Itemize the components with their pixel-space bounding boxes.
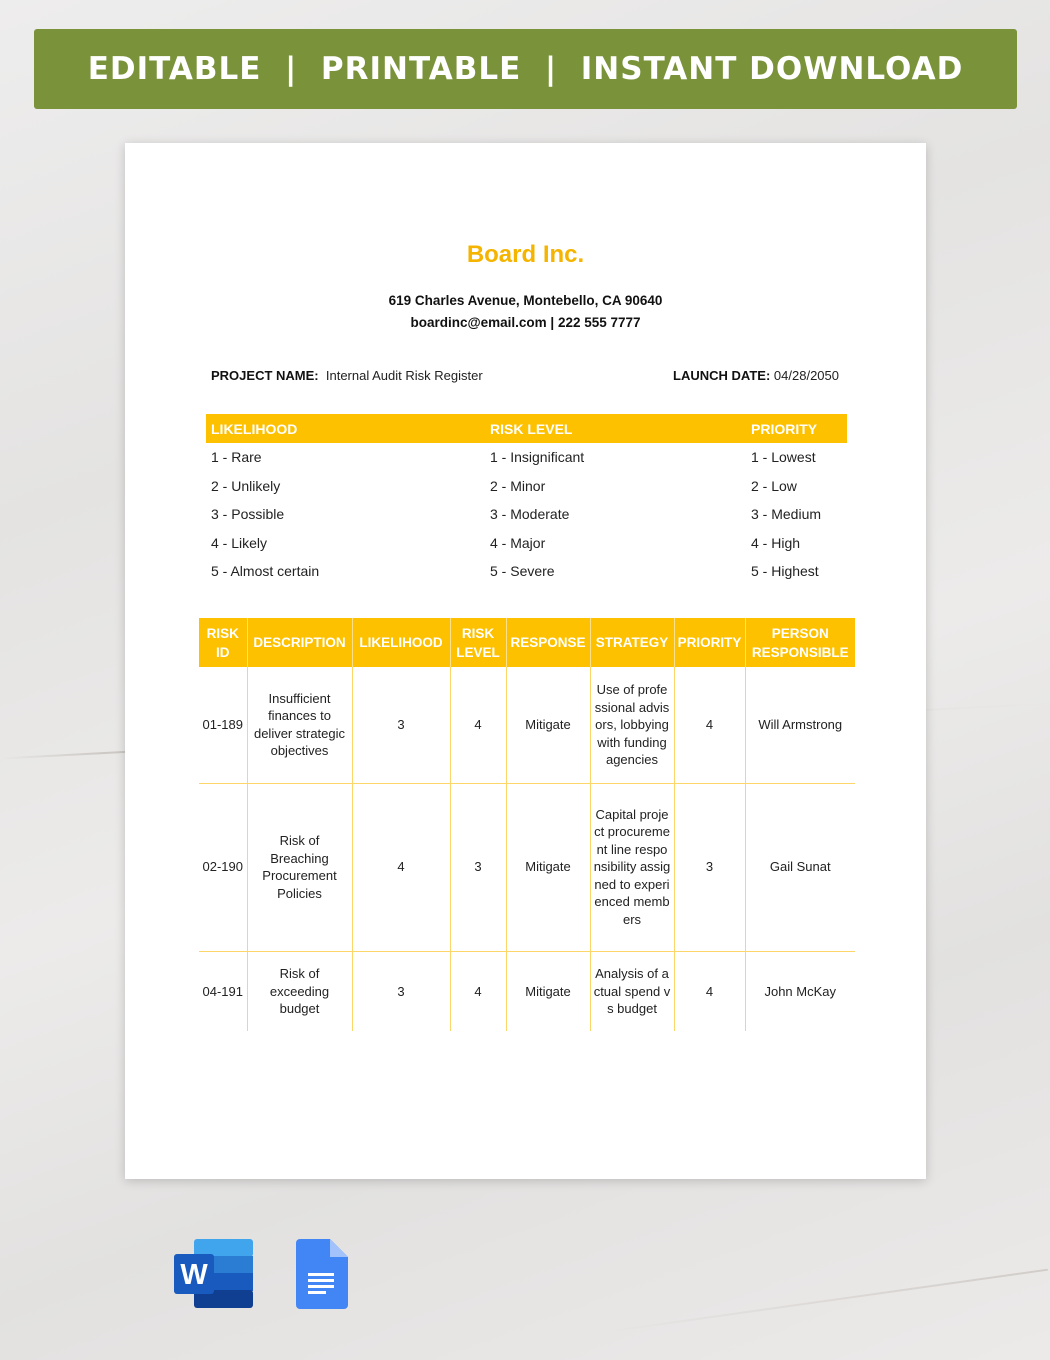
project-name-value: Internal Audit Risk Register: [325, 368, 483, 383]
company-contact: 619 Charles Avenue, Montebello, CA 90640…: [125, 290, 926, 334]
cell-strategy: Use of professional advisors, lobbying w…: [589, 667, 674, 784]
cell-description: Insufficient finances to deliver strateg…: [246, 667, 352, 784]
header-risk-level: RISK LEVEL: [449, 618, 506, 667]
cell-strategy: Capital project procurement line respons…: [589, 783, 674, 952]
legend-row: 3 - Possible 3 - Moderate 3 - Medium: [206, 500, 847, 529]
cell-person-responsible: John McKay: [744, 951, 855, 1031]
launch-date-label: LAUNCH DATE:: [673, 368, 771, 383]
legend-header-likelihood: LIKELIHOOD: [206, 414, 485, 443]
header-likelihood: LIKELIHOOD: [351, 618, 450, 667]
legend-header-risk-level: RISK LEVEL: [485, 414, 746, 443]
legend-header-priority: PRIORITY: [746, 414, 847, 443]
cell-risk-level: 4: [449, 951, 506, 1031]
google-docs-icon[interactable]: [296, 1239, 348, 1309]
header-risk-id: RISK ID: [199, 618, 247, 667]
legend-cell-likelihood: 2 - Unlikely: [211, 477, 281, 494]
legend-cell-risk-level: 4 - Major: [490, 534, 546, 551]
cell-priority: 4: [673, 667, 745, 784]
cell-likelihood: 3: [351, 951, 450, 1031]
company-name: Board Inc.: [466, 241, 585, 268]
legend-cell-risk-level: 2 - Minor: [490, 477, 546, 494]
marble-vein: [602, 1268, 1048, 1334]
risk-register-table: RISK ID DESCRIPTION LIKELIHOOD RISK LEVE…: [199, 618, 855, 1031]
legend-cell-likelihood: 5 - Almost certain: [211, 563, 320, 580]
legend-row: 4 - Likely 4 - Major 4 - High: [206, 529, 847, 558]
cell-likelihood: 3: [351, 667, 450, 784]
legend-header-row: LIKELIHOOD RISK LEVEL PRIORITY: [206, 414, 847, 443]
cell-likelihood: 4: [351, 783, 450, 952]
legend-row: 1 - Rare 1 - Insignificant 1 - Lowest: [206, 443, 847, 472]
legend-cell-risk-level: 5 - Severe: [490, 563, 555, 580]
svg-text:W: W: [180, 1259, 208, 1291]
legend-cell-likelihood: 1 - Rare: [211, 449, 262, 466]
cell-strategy: Analysis of actual spend vs budget: [589, 951, 674, 1031]
banner-text: EDITABLE | PRINTABLE | INSTANT DOWNLOAD: [87, 51, 964, 87]
risk-row: 04-191 Risk of exceeding budget 3 4 Mitigate…: [199, 951, 855, 1031]
cell-risk-level: 4: [449, 667, 506, 784]
header-strategy: STRATEGY: [589, 618, 674, 667]
legend-cell-priority: 4 - High: [751, 534, 801, 551]
legend-cell-risk-level: 3 - Moderate: [490, 506, 570, 523]
header-priority: PRIORITY: [673, 618, 745, 667]
legend-row: 5 - Almost certain 5 - Severe 5 - Highest: [206, 557, 847, 586]
legend-row: 2 - Unlikely 2 - Minor 2 - Low: [206, 472, 847, 501]
header-description: DESCRIPTION: [246, 618, 352, 667]
cell-priority: 3: [673, 783, 745, 952]
risk-row: 02-190 Risk of Breaching Procurement Poli…: [199, 783, 855, 952]
cell-description: Risk of exceeding budget: [246, 951, 352, 1031]
launch-date-value: 04/28/2050: [773, 368, 839, 383]
rating-legend-table: LIKELIHOOD RISK LEVEL PRIORITY 1 - Rare 1…: [206, 414, 847, 586]
feature-banner: EDITABLE | PRINTABLE | INSTANT DOWNLOAD: [34, 29, 1017, 109]
document-page: Board Inc. 619 Charles Avenue, Montebell…: [125, 143, 926, 1179]
cell-response: Mitigate: [505, 783, 590, 952]
microsoft-word-icon[interactable]: W: [174, 1239, 254, 1309]
header-response: RESPONSE: [505, 618, 590, 667]
cell-description: Risk of Breaching Procurement Policies: [246, 783, 352, 952]
header-person-responsible: PERSON RESPONSIBLE: [744, 618, 855, 667]
cell-person-responsible: Will Armstrong: [744, 667, 855, 784]
risk-row: 01-189 Insufficient finances to deliver s…: [199, 667, 855, 784]
launch-date: LAUNCH DATE: 04/28/2050: [673, 368, 839, 383]
legend-cell-likelihood: 3 - Possible: [211, 506, 285, 523]
cell-response: Mitigate: [505, 667, 590, 784]
project-name-label: PROJECT NAME:: [211, 368, 319, 383]
legend-cell-priority: 2 - Low: [751, 477, 797, 494]
legend-cell-risk-level: 1 - Insignificant: [490, 449, 585, 466]
cell-risk-id: 04-191: [202, 983, 243, 999]
cell-response: Mitigate: [505, 951, 590, 1031]
cell-risk-id: 02-190: [199, 783, 247, 952]
cell-risk-level: 3: [449, 783, 506, 952]
company-address: 619 Charles Avenue, Montebello, CA 90640: [388, 293, 663, 308]
legend-cell-priority: 1 - Lowest: [751, 449, 816, 466]
cell-person-responsible: Gail Sunat: [744, 783, 855, 952]
legend-cell-priority: 3 - Medium: [751, 506, 822, 523]
legend-cell-priority: 5 - Highest: [751, 563, 819, 580]
legend-cell-likelihood: 4 - Likely: [211, 534, 268, 551]
project-name: PROJECT NAME: Internal Audit Risk Regist…: [211, 368, 483, 383]
cell-priority: 4: [673, 951, 745, 1031]
company-email-phone: boardinc@email.com | 222 555 7777: [410, 315, 641, 330]
cell-risk-id: 01-189: [199, 667, 247, 784]
risk-header-row: RISK ID DESCRIPTION LIKELIHOOD RISK LEVE…: [199, 618, 855, 667]
